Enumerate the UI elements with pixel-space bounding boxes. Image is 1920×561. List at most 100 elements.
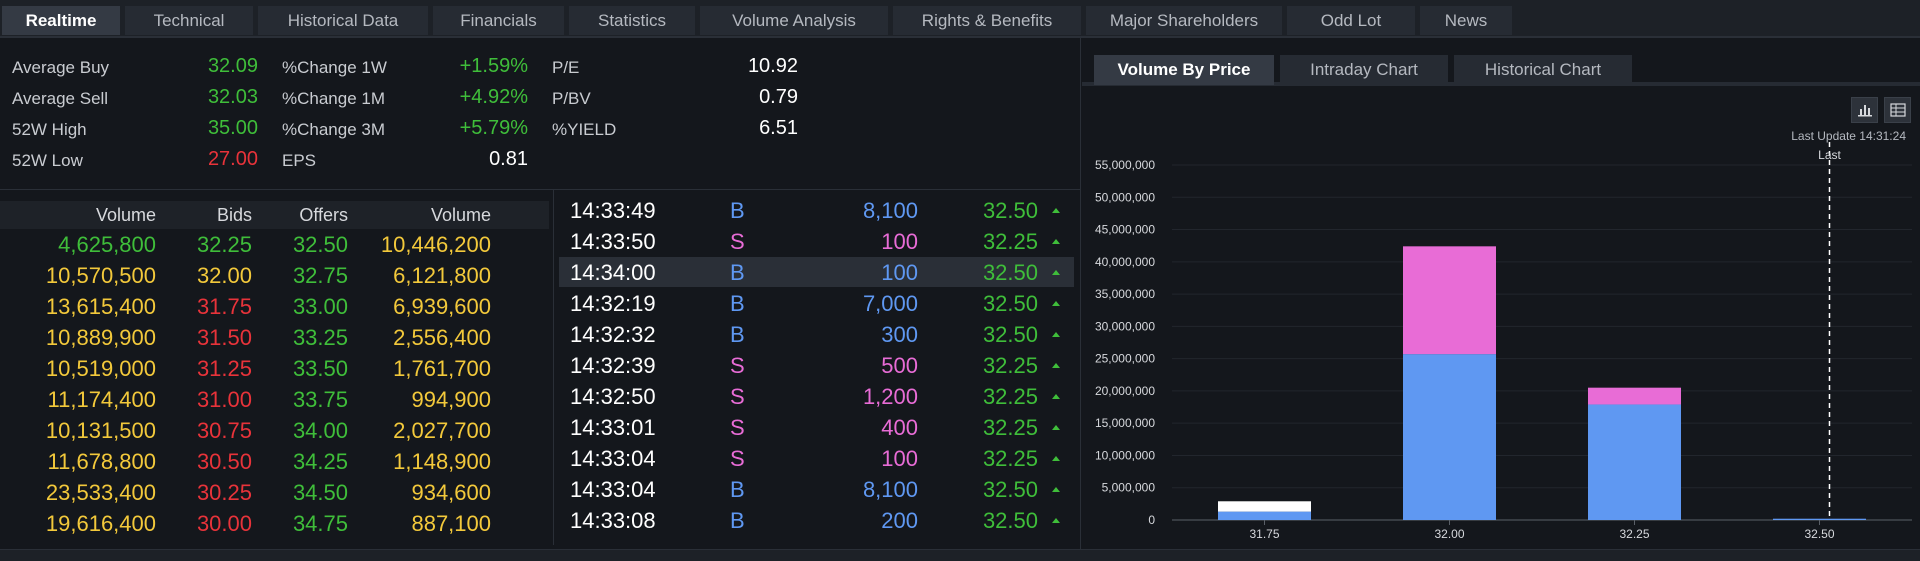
order-book-offer-volume: 934,600 [411, 480, 491, 505]
trade-volume: 100 [881, 260, 918, 285]
chg-1m-value: +4.92% [459, 86, 528, 108]
chg-1m-label: %Change 1M [282, 89, 386, 108]
trade-price: 32.50 [982, 322, 1038, 347]
trade-side: S [730, 415, 745, 440]
trade-side: B [730, 260, 745, 285]
yield-value: 6.51 [759, 117, 798, 139]
trade-time: 14:33:01 [570, 415, 656, 440]
y-tick-label: 50,000,000 [1095, 190, 1155, 204]
trade-time: 14:33:04 [570, 446, 656, 471]
order-book-bid-price: 30.00 [196, 511, 252, 536]
order-book-offer-volume: 2,027,700 [393, 418, 491, 443]
tab-major-shareholders[interactable]: Major Shareholders [1086, 6, 1282, 35]
trade-time: 14:32:39 [570, 353, 656, 378]
order-book-offer-price: 34.00 [292, 418, 348, 443]
pe-value: 10.92 [747, 55, 798, 77]
up-arrow-icon [1052, 456, 1060, 461]
up-arrow-icon [1052, 332, 1060, 337]
tab-intraday-chart[interactable]: Intraday Chart [1280, 55, 1448, 85]
trade-side: S [730, 446, 745, 471]
eps-value: 0.81 [489, 148, 528, 170]
trade-side: B [730, 291, 745, 316]
order-book-bid-price: 31.25 [196, 356, 252, 381]
tab-financials[interactable]: Financials [433, 6, 564, 35]
top-tab-bar: Realtime Technical Historical Data Finan… [0, 0, 1920, 38]
panel-divider [1080, 38, 1081, 549]
y-tick-label: 35,000,000 [1095, 287, 1155, 301]
up-arrow-icon [1052, 487, 1060, 492]
trade-time: 14:32:32 [570, 322, 656, 347]
low-52w-value: 27.00 [207, 148, 258, 170]
trade-side: B [730, 508, 745, 533]
tab-historical-chart[interactable]: Historical Chart [1454, 55, 1632, 85]
y-tick-label: 15,000,000 [1095, 416, 1155, 430]
trade-time: 14:33:49 [570, 198, 656, 223]
tab-news[interactable]: News [1420, 6, 1512, 35]
trade-price: 32.25 [982, 446, 1038, 471]
tab-odd-lot[interactable]: Odd Lot [1287, 6, 1415, 35]
tab-statistics[interactable]: Statistics [569, 6, 695, 35]
y-tick-label: 55,000,000 [1095, 158, 1155, 172]
trade-price: 32.50 [982, 291, 1038, 316]
up-arrow-icon [1052, 425, 1060, 430]
tab-volume-analysis[interactable]: Volume Analysis [700, 6, 888, 35]
volume-by-price-chart: 0 5,000,000 10,000,000 15,000,000 20,000,000… [1095, 142, 1912, 540]
chg-1w-label: %Change 1W [282, 58, 387, 77]
table-view-button[interactable] [1884, 97, 1911, 123]
order-book-bid-price: 30.25 [196, 480, 252, 505]
tab-historical-data[interactable]: Historical Data [258, 6, 428, 35]
trade-side: S [730, 353, 745, 378]
tab-realtime[interactable]: Realtime [2, 6, 120, 35]
trade-price: 32.50 [982, 508, 1038, 533]
trade-side: B [730, 322, 745, 347]
volume-bar-segment [1403, 354, 1496, 520]
order-book-bid-price: 30.50 [196, 449, 252, 474]
volume-bar-segment [1218, 501, 1311, 512]
trade-side: S [730, 229, 745, 254]
tab-rights-benefits[interactable]: Rights & Benefits [893, 6, 1081, 35]
order-book-bid-price: 32.00 [196, 263, 252, 288]
volume-bar-segment [1773, 518, 1866, 520]
pe-label: P/E [552, 58, 580, 77]
volume-bar-segment [1218, 511, 1311, 520]
order-book-header: Volume Bids Offers Volume [0, 201, 549, 229]
stats-divider [0, 189, 1080, 190]
order-book-offer-volume: 994,900 [411, 387, 491, 412]
trade-time: 14:34:00 [570, 260, 656, 285]
y-tick-label: 25,000,000 [1095, 352, 1155, 366]
trade-price: 32.50 [982, 260, 1038, 285]
col-offer-volume: Volume [430, 205, 491, 225]
trade-time: 14:33:08 [570, 508, 656, 533]
trade-volume: 100 [881, 446, 918, 471]
y-tick-label: 30,000,000 [1095, 319, 1155, 333]
trade-price: 32.50 [982, 477, 1038, 502]
y-tick-label: 10,000,000 [1095, 448, 1155, 462]
order-book-offer-price: 34.50 [292, 480, 348, 505]
trade-price: 32.25 [982, 353, 1038, 378]
order-book-bid-price: 31.50 [196, 325, 252, 350]
order-book-bid-volume: 13,615,400 [45, 294, 156, 319]
up-arrow-icon [1052, 270, 1060, 275]
order-book-offer-volume: 2,556,400 [393, 325, 491, 350]
tab-technical[interactable]: Technical [125, 6, 253, 35]
eps-label: EPS [282, 151, 317, 170]
bar-chart-view-button[interactable] [1851, 97, 1878, 123]
chg-3m-value: +5.79% [459, 117, 528, 139]
trade-price: 32.25 [982, 229, 1038, 254]
order-book-offer-volume: 6,939,600 [393, 294, 491, 319]
trade-volume: 8,100 [862, 198, 918, 223]
trade-side: S [730, 384, 745, 409]
trade-volume: 1,200 [862, 384, 918, 409]
trade-volume: 100 [881, 229, 918, 254]
col-bids: Bids [216, 205, 252, 225]
last-price-label: Last [1818, 148, 1841, 162]
x-tick-label: 32.25 [1619, 527, 1649, 540]
trade-time: 14:33:50 [570, 229, 656, 254]
chart-tab-bar: Volume By Price Intraday Chart Historica… [1082, 46, 1920, 86]
order-book-offer-price: 33.25 [292, 325, 348, 350]
up-arrow-icon [1052, 208, 1060, 213]
col-offers: Offers [299, 205, 348, 225]
tab-volume-by-price[interactable]: Volume By Price [1094, 55, 1274, 85]
trade-side: B [730, 477, 745, 502]
order-book-bid-volume: 10,889,900 [45, 325, 156, 350]
